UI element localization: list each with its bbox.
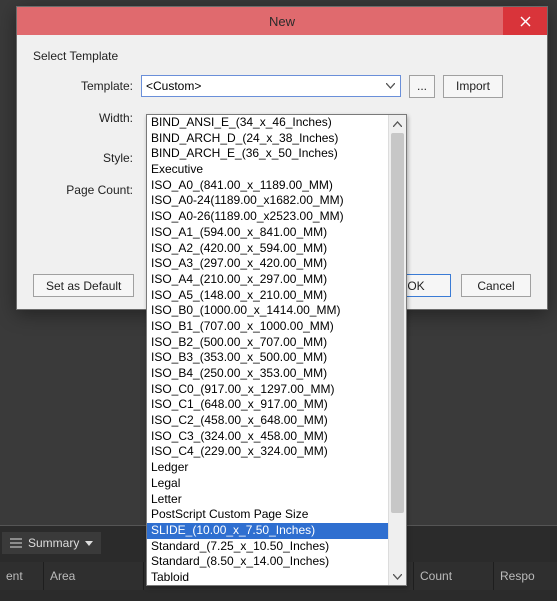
summary-label: Summary xyxy=(28,536,79,550)
dropdown-item[interactable]: BIND_ARCH_E_(36_x_50_Inches) xyxy=(147,146,389,162)
template-label: Template: xyxy=(33,79,141,93)
dialog-title: New xyxy=(269,14,295,29)
list-icon xyxy=(10,538,22,548)
dropdown-item[interactable]: BIND_ARCH_D_(24_x_38_Inches) xyxy=(147,131,389,147)
dropdown-item[interactable]: ISO_C2_(458.00_x_648.00_MM) xyxy=(147,413,389,429)
dropdown-item[interactable]: ISO_A0-26(1189.00_x2523.00_MM) xyxy=(147,209,389,225)
dropdown-item[interactable]: Standard_(7.25_x_10.50_Inches) xyxy=(147,539,389,555)
dropdown-item[interactable]: Ledger xyxy=(147,460,389,476)
browse-button[interactable]: ... xyxy=(409,75,435,98)
import-button[interactable]: Import xyxy=(443,75,503,98)
dropdown-item[interactable]: BIND_ANSI_E_(34_x_46_Inches) xyxy=(147,115,389,131)
width-label: Width: xyxy=(33,111,141,125)
dropdown-item[interactable]: ISO_B0_(1000.00_x_1414.00_MM) xyxy=(147,303,389,319)
template-value: <Custom> xyxy=(146,79,201,93)
scroll-up-icon[interactable] xyxy=(389,115,406,132)
scroll-down-icon[interactable] xyxy=(389,568,406,585)
scrollbar[interactable] xyxy=(388,115,406,585)
column-header[interactable]: Area xyxy=(44,562,144,590)
dropdown-item[interactable]: Legal xyxy=(147,476,389,492)
dropdown-item[interactable]: ISO_A3_(297.00_x_420.00_MM) xyxy=(147,256,389,272)
dropdown-item[interactable]: ISO_B1_(707.00_x_1000.00_MM) xyxy=(147,319,389,335)
page-count-label: Page Count: xyxy=(33,183,141,197)
cancel-button[interactable]: Cancel xyxy=(461,274,531,297)
column-header[interactable]: ent xyxy=(0,562,44,590)
dropdown-item[interactable]: PostScript Custom Page Size xyxy=(147,507,389,523)
dropdown-item[interactable]: ISO_A5_(148.00_x_210.00_MM) xyxy=(147,288,389,304)
template-combobox[interactable]: <Custom> xyxy=(141,75,401,97)
dropdown-item[interactable]: ISO_A2_(420.00_x_594.00_MM) xyxy=(147,241,389,257)
dropdown-item[interactable]: ISO_B4_(250.00_x_353.00_MM) xyxy=(147,366,389,382)
chevron-down-icon xyxy=(382,78,398,94)
dropdown-item[interactable]: ISO_B3_(353.00_x_500.00_MM) xyxy=(147,350,389,366)
dropdown-item[interactable]: ISO_B2_(500.00_x_707.00_MM) xyxy=(147,335,389,351)
dropdown-item[interactable]: ISO_A4_(210.00_x_297.00_MM) xyxy=(147,272,389,288)
caret-down-icon xyxy=(85,541,93,546)
dropdown-item[interactable]: Letter xyxy=(147,492,389,508)
set-default-button[interactable]: Set as Default xyxy=(33,274,134,297)
column-header[interactable]: Respo xyxy=(494,562,557,590)
dropdown-item[interactable]: ISO_A1_(594.00_x_841.00_MM) xyxy=(147,225,389,241)
group-label: Select Template xyxy=(33,49,531,63)
style-label: Style: xyxy=(33,151,141,165)
titlebar[interactable]: New xyxy=(17,7,547,35)
dropdown-item[interactable]: Executive xyxy=(147,162,389,178)
dropdown-item[interactable]: ISO_C0_(917.00_x_1297.00_MM) xyxy=(147,382,389,398)
dropdown-item[interactable]: SLIDE_(10.00_x_7.50_Inches) xyxy=(147,523,389,539)
dropdown-item[interactable]: ISO_C3_(324.00_x_458.00_MM) xyxy=(147,429,389,445)
dropdown-item[interactable]: Standard_(8.50_x_14.00_Inches) xyxy=(147,554,389,570)
summary-dropdown[interactable]: Summary xyxy=(2,532,101,554)
dropdown-item[interactable]: ISO_C4_(229.00_x_324.00_MM) xyxy=(147,444,389,460)
close-button[interactable] xyxy=(503,7,547,35)
dropdown-item[interactable]: ISO_C1_(648.00_x_917.00_MM) xyxy=(147,397,389,413)
dropdown-item[interactable]: ISO_A0-24(1189.00_x1682.00_MM) xyxy=(147,193,389,209)
column-header[interactable]: Count xyxy=(414,562,494,590)
template-dropdown-list: BIND_ANSI_E_(34_x_46_Inches)BIND_ARCH_D_… xyxy=(146,114,407,586)
scroll-thumb[interactable] xyxy=(391,133,404,513)
close-icon xyxy=(520,16,531,27)
dropdown-item[interactable]: ISO_A0_(841.00_x_1189.00_MM) xyxy=(147,178,389,194)
dropdown-item[interactable]: Tabloid xyxy=(147,570,389,586)
